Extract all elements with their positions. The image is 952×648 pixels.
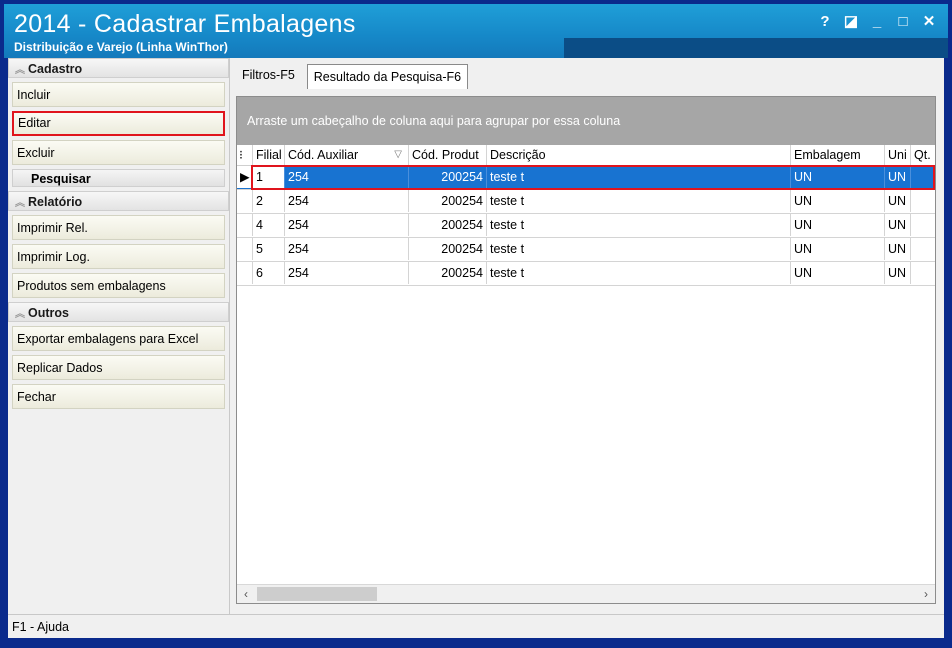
col-filial[interactable]: Filial <box>253 145 285 165</box>
row-indicator-icon[interactable]: ▶ <box>237 238 253 260</box>
table-row[interactable]: ▶2254200254teste tUNUN <box>237 190 935 214</box>
cell-embalagem[interactable]: UN <box>791 166 885 188</box>
cell-filial[interactable]: 1 <box>253 166 285 188</box>
status-bar: F1 - Ajuda <box>8 614 944 638</box>
title-bar: 2014 - Cadastrar Embalagens Distribuição… <box>4 4 948 58</box>
cell-descricao[interactable]: teste t <box>487 166 791 188</box>
results-grid: Arraste um cabeçalho de coluna aqui para… <box>236 96 936 604</box>
cell-embalagem[interactable]: UN <box>791 262 885 284</box>
cell-qt[interactable] <box>911 238 935 260</box>
window-body: ︽ Cadastro Incluir Editar Excluir Pesquis… <box>8 58 944 614</box>
table-row[interactable]: ▶ 1 254 200254 teste t UN UN <box>237 166 935 190</box>
cell-cod-produto[interactable]: 200254 <box>409 214 487 236</box>
help-button[interactable]: ? <box>814 12 836 32</box>
group-outros[interactable]: ︽ Outros <box>8 302 229 322</box>
cell-unidade[interactable]: UN <box>885 190 911 212</box>
group-outros-title: Outros <box>28 306 69 320</box>
table-row[interactable]: ▶5254200254teste tUNUN <box>237 238 935 262</box>
row-indicator-icon[interactable]: ▶ <box>237 166 253 188</box>
cell-qt[interactable] <box>911 262 935 284</box>
cell-qt[interactable] <box>911 166 935 188</box>
col-cod-produto[interactable]: Cód. Produt <box>409 145 487 165</box>
fechar-button[interactable]: Fechar <box>12 384 225 409</box>
col-cod-auxiliar[interactable]: Cód. Auxiliar ▽ <box>285 145 409 165</box>
editar-button[interactable]: Editar <box>12 111 225 136</box>
maximize-button[interactable]: □ <box>892 12 914 32</box>
excluir-button[interactable]: Excluir <box>12 140 225 165</box>
cell-cod-auxiliar[interactable]: 254 <box>285 238 409 260</box>
row-indicator-icon[interactable]: ▶ <box>237 190 253 212</box>
restore-icon[interactable]: ◪ <box>840 12 862 32</box>
row-indicator-icon[interactable]: ▶ <box>237 214 253 236</box>
table-row[interactable]: ▶4254200254teste tUNUN <box>237 214 935 238</box>
produtos-sem-embalagens-button[interactable]: Produtos sem embalagens <box>12 273 225 298</box>
exportar-excel-button[interactable]: Exportar embalagens para Excel <box>12 326 225 351</box>
col-descricao[interactable]: Descrição <box>487 145 791 165</box>
cell-filial[interactable]: 5 <box>253 238 285 260</box>
sort-desc-icon: ▽ <box>394 149 402 160</box>
cell-cod-produto[interactable]: 200254 <box>409 190 487 212</box>
cell-unidade[interactable]: UN <box>885 238 911 260</box>
cell-filial[interactable]: 6 <box>253 262 285 284</box>
incluir-button[interactable]: Incluir <box>12 82 225 107</box>
cell-embalagem[interactable]: UN <box>791 190 885 212</box>
group-by-panel[interactable]: Arraste um cabeçalho de coluna aqui para… <box>237 97 935 145</box>
col-embalagem[interactable]: Embalagem <box>791 145 885 165</box>
group-relatorio[interactable]: ︽ Relatório <box>8 191 229 211</box>
scroll-thumb[interactable] <box>257 587 377 601</box>
imprimir-log-button[interactable]: Imprimir Log. <box>12 244 225 269</box>
tab-resultado[interactable]: Resultado da Pesquisa-F6 <box>306 64 469 89</box>
cell-unidade[interactable]: UN <box>885 166 911 188</box>
col-cod-auxiliar-label: Cód. Auxiliar <box>288 148 359 162</box>
cell-qt[interactable] <box>911 214 935 236</box>
cell-filial[interactable]: 4 <box>253 214 285 236</box>
window-title: 2014 - Cadastrar Embalagens <box>14 10 356 38</box>
cell-cod-produto[interactable]: 200254 <box>409 166 487 188</box>
column-chooser-icon[interactable]: ⁝ <box>237 145 253 165</box>
col-unidade[interactable]: Uni <box>885 145 911 165</box>
pesquisar-button[interactable]: Pesquisar <box>12 169 225 187</box>
cell-cod-produto[interactable]: 200254 <box>409 238 487 260</box>
title-stripe <box>564 38 948 58</box>
tab-filtros[interactable]: Filtros-F5 <box>236 64 301 86</box>
cell-embalagem[interactable]: UN <box>791 214 885 236</box>
group-cadastro[interactable]: ︽ Cadastro <box>8 58 229 78</box>
window-subtitle: Distribuição e Varejo (Linha WinThor) <box>14 40 228 54</box>
cell-qt[interactable] <box>911 190 935 212</box>
group-relatorio-title: Relatório <box>28 195 83 209</box>
chevron-up-icon: ︽ <box>15 65 25 76</box>
row-indicator-icon[interactable]: ▶ <box>237 262 253 284</box>
tab-strip: Filtros-F5 Resultado da Pesquisa-F6 <box>236 64 469 89</box>
cell-filial[interactable]: 2 <box>253 190 285 212</box>
group-cadastro-title: Cadastro <box>28 62 83 76</box>
cell-descricao[interactable]: teste t <box>487 238 791 260</box>
chevron-up-icon: ︽ <box>15 198 25 209</box>
cell-unidade[interactable]: UN <box>885 262 911 284</box>
grid-header: ⁝ Filial Cód. Auxiliar ▽ Cód. Produt Desc… <box>237 145 935 166</box>
cell-embalagem[interactable]: UN <box>791 238 885 260</box>
scroll-right-icon[interactable]: › <box>917 585 935 603</box>
cell-cod-produto[interactable]: 200254 <box>409 262 487 284</box>
cell-descricao[interactable]: teste t <box>487 214 791 236</box>
cell-descricao[interactable]: teste t <box>487 262 791 284</box>
cell-cod-auxiliar[interactable]: 254 <box>285 190 409 212</box>
window-controls: ? ◪ _ □ ✕ <box>814 12 940 32</box>
main-content: Filtros-F5 Resultado da Pesquisa-F6 Arra… <box>230 58 944 614</box>
chevron-up-icon: ︽ <box>15 309 25 320</box>
cell-cod-auxiliar[interactable]: 254 <box>285 166 409 188</box>
imprimir-rel-button[interactable]: Imprimir Rel. <box>12 215 225 240</box>
horizontal-scrollbar[interactable]: ‹ › <box>237 584 935 603</box>
cell-descricao[interactable]: teste t <box>487 190 791 212</box>
cell-unidade[interactable]: UN <box>885 214 911 236</box>
col-qt[interactable]: Qt. <box>911 145 935 165</box>
minimize-button[interactable]: _ <box>866 12 888 32</box>
cell-cod-auxiliar[interactable]: 254 <box>285 214 409 236</box>
close-button[interactable]: ✕ <box>918 12 940 32</box>
sidebar: ︽ Cadastro Incluir Editar Excluir Pesquis… <box>8 58 230 614</box>
replicar-dados-button[interactable]: Replicar Dados <box>12 355 225 380</box>
scroll-left-icon[interactable]: ‹ <box>237 585 255 603</box>
table-row[interactable]: ▶6254200254teste tUNUN <box>237 262 935 286</box>
cell-cod-auxiliar[interactable]: 254 <box>285 262 409 284</box>
